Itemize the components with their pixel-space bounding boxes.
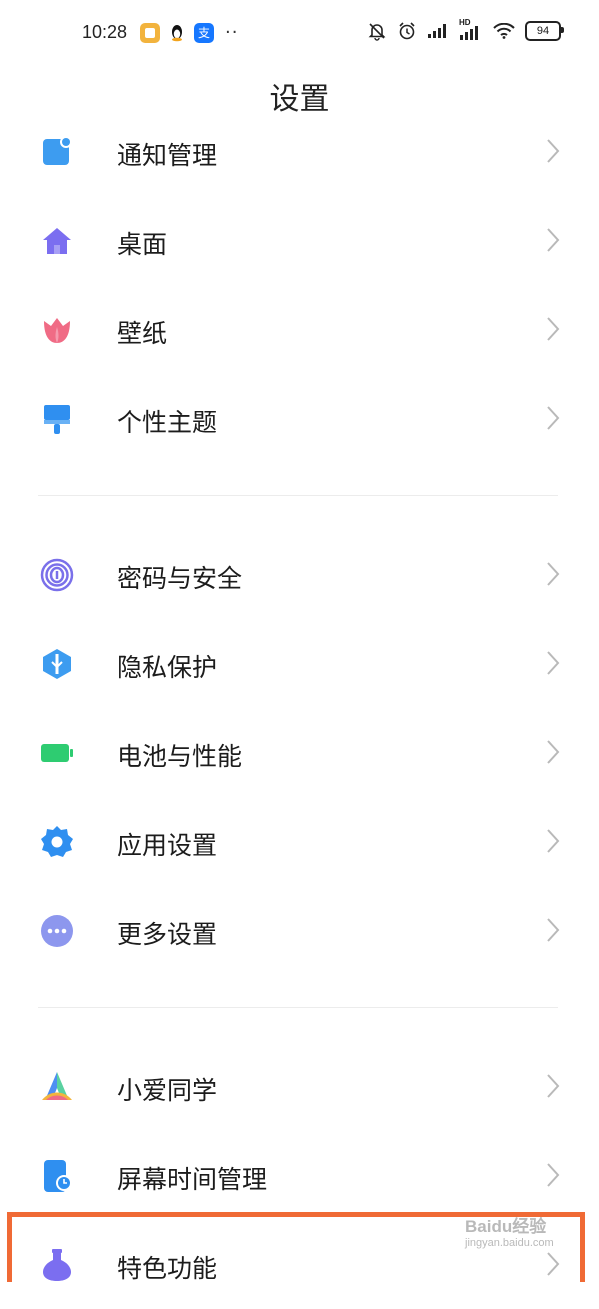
chevron-right-icon (547, 1074, 560, 1098)
tulip-icon (44, 318, 70, 343)
brush-icon (44, 405, 70, 434)
chevron-right-icon (547, 562, 560, 586)
settings-item-label: 屏幕时间管理 (117, 1165, 268, 1194)
section-divider (38, 1007, 558, 1008)
settings-item-label: 电池与性能 (117, 742, 243, 771)
signal-icon (428, 24, 446, 38)
chevron-right-icon (547, 740, 560, 764)
status-bar: 10:28 支 ·· HD 94 (0, 0, 599, 66)
qq-icon (169, 23, 185, 43)
battery-indicator: 94 (525, 21, 564, 41)
gear-icon (41, 826, 73, 857)
settings-item-label: 桌面 (117, 230, 168, 259)
settings-item-label: 密码与安全 (117, 564, 243, 593)
chevron-right-icon (547, 228, 560, 252)
alipay-icon: 支 (194, 22, 214, 43)
settings-item-label: 壁纸 (117, 319, 168, 348)
screen-time-icon (44, 1160, 72, 1192)
settings-item-xiaoai[interactable]: 小爱同学 (0, 1043, 599, 1131)
settings-item-label: 通知管理 (117, 141, 218, 170)
settings-item-wallpaper[interactable]: 壁纸 (0, 286, 599, 374)
settings-item-notifications[interactable]: 通知管理 (0, 108, 599, 196)
fingerprint-icon (40, 558, 74, 592)
app-notification-icon (140, 22, 160, 43)
settings-item-label: 更多设置 (117, 920, 218, 949)
settings-item-battery-performance[interactable]: 电池与性能 (0, 709, 599, 797)
shield-icon (43, 649, 71, 679)
alarm-icon (399, 22, 415, 40)
watermark-url: jingyan.baidu.com (465, 1237, 554, 1249)
chevron-right-icon (547, 651, 560, 675)
hd-signal-icon: HD (459, 18, 483, 40)
clock: 10:28 (82, 22, 128, 42)
chevron-right-icon (547, 918, 560, 942)
settings-item-privacy[interactable]: 隐私保护 (0, 620, 599, 708)
watermark-brand: Baidu经验 (465, 1217, 547, 1236)
system-status-icons: HD 94 (367, 18, 564, 41)
settings-item-label: 应用设置 (117, 831, 218, 860)
settings-item-app-settings[interactable]: 应用设置 (0, 798, 599, 886)
more-icon (41, 915, 73, 947)
battery-icon (41, 744, 73, 762)
chevron-right-icon (547, 1163, 560, 1187)
settings-item-desktop[interactable]: 桌面 (0, 197, 599, 285)
section-divider (38, 495, 558, 496)
chevron-right-icon (547, 139, 560, 163)
wifi-icon (493, 23, 515, 39)
baidu-watermark: Baidu经验 jingyan.baidu.com (465, 1212, 554, 1249)
settings-item-password-security[interactable]: 密码与安全 (0, 531, 599, 619)
settings-item-label: 个性主题 (117, 408, 218, 437)
chevron-right-icon (547, 406, 560, 430)
chevron-right-icon (547, 317, 560, 341)
settings-item-themes[interactable]: 个性主题 (0, 375, 599, 463)
xiaoai-icon (42, 1072, 72, 1100)
notification-icons: 支 ·· (140, 22, 238, 43)
home-icon (43, 228, 71, 254)
more-notifications-icon: ·· (225, 22, 239, 43)
settings-item-screen-time[interactable]: 屏幕时间管理 (0, 1132, 599, 1220)
chevron-right-icon (547, 829, 560, 853)
bell-muted-icon (368, 23, 386, 41)
settings-item-more-settings[interactable]: 更多设置 (0, 887, 599, 975)
notification-icon (43, 136, 72, 165)
settings-item-label: 隐私保护 (117, 653, 218, 682)
settings-item-label: 小爱同学 (117, 1076, 218, 1105)
